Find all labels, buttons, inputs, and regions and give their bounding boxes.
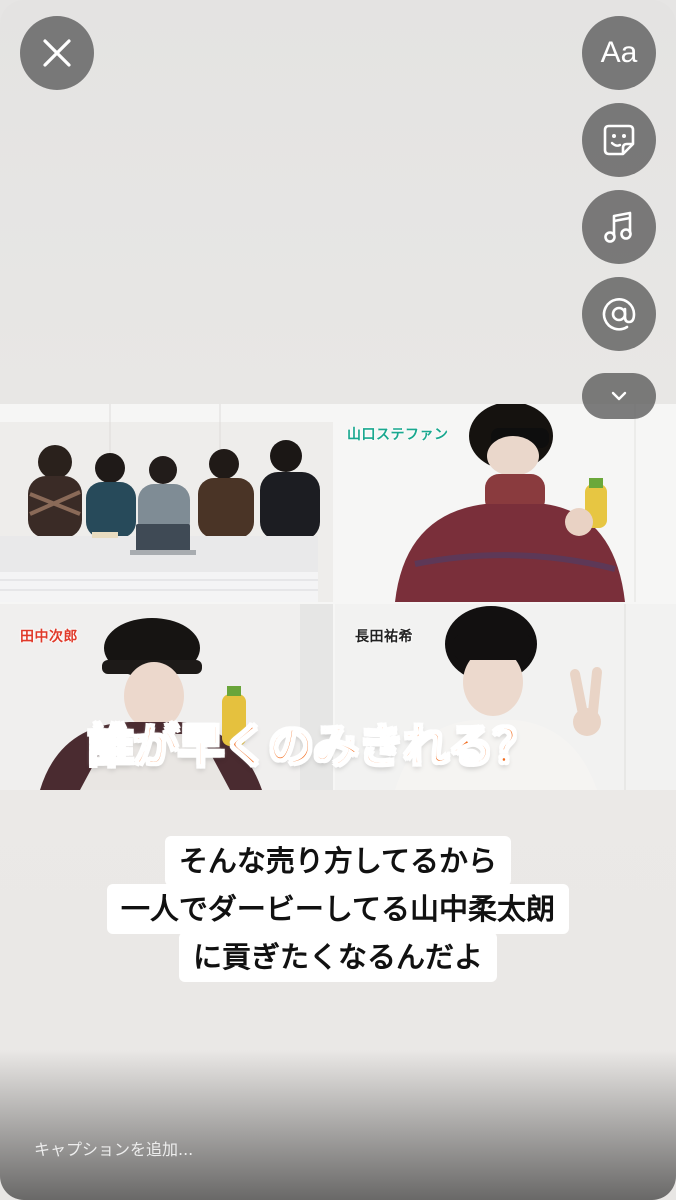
name-tag-tanaka: 田中次郎 (20, 629, 78, 645)
overlay-text-line-1: そんな売り方してるから (164, 836, 512, 886)
name-tag-nagata: 長田祐希 (355, 629, 413, 645)
collage-panel-yamaguchi: 山口ステファン (335, 404, 676, 602)
close-icon (43, 39, 71, 67)
music-icon (604, 211, 632, 243)
music-tool-button[interactable] (582, 190, 656, 264)
story-text-overlay[interactable]: そんな売り方してるから 一人でダービーしてる山中柔太朗 に貢ぎたくなるんだよ (48, 836, 628, 982)
mention-tool-button[interactable] (582, 277, 656, 351)
sticker-tool-button[interactable] (582, 103, 656, 177)
group-scene (0, 404, 333, 602)
story-canvas: 山口ステファン 田中次郎 長田祐希 誰が早くのみきれる？ そんな売り方してるから… (0, 0, 676, 1200)
chevron-down-icon (611, 391, 627, 401)
sticker-icon (603, 124, 635, 156)
collage-panel-group (0, 404, 333, 602)
video-title-caption: 誰が早くのみきれる？ (87, 718, 540, 774)
text-tool-button[interactable]: Aa (582, 16, 656, 90)
mention-icon (602, 298, 636, 331)
text-icon: Aa (600, 36, 638, 69)
name-tag-yamaguchi: 山口ステファン (347, 427, 449, 443)
overlay-text-line-3: に貢ぎたくなるんだよ (178, 932, 497, 982)
overlay-text-line-2: 一人でダービーしてる山中柔太朗 (106, 884, 570, 934)
bottom-gradient (0, 1050, 676, 1200)
video-collage-image: 山口ステファン 田中次郎 長田祐希 誰が早くのみきれる？ (0, 404, 676, 790)
more-tools-button[interactable] (582, 373, 656, 419)
caption-input[interactable] (34, 1140, 594, 1159)
close-button[interactable] (20, 16, 94, 90)
